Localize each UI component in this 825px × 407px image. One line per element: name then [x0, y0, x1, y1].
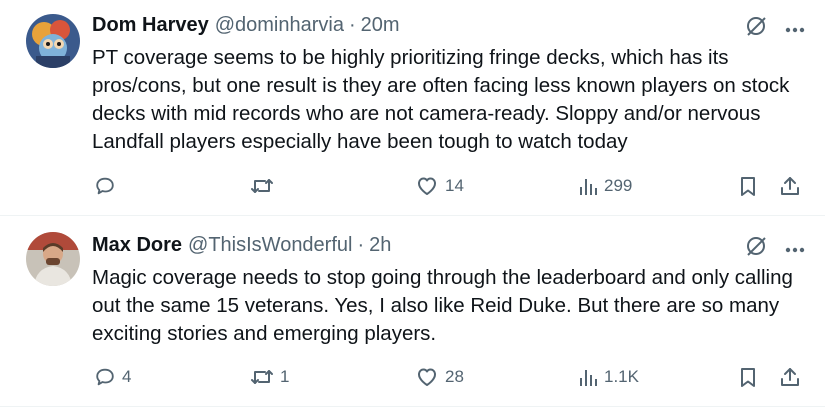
views-count: 299 [604, 176, 633, 195]
share-icon [779, 175, 801, 197]
like-button[interactable]: 28 [415, 362, 464, 392]
bookmark-button[interactable] [738, 362, 758, 392]
views-count: 1.1K [604, 367, 639, 386]
tweet-actions: 4 1 28 1.1K [0, 362, 825, 392]
bookmark-icon [738, 366, 758, 388]
separator: · [348, 14, 356, 36]
tweet-top-icons [745, 235, 805, 262]
share-button[interactable] [779, 362, 801, 392]
reply-icon [94, 366, 116, 388]
separator: · [357, 234, 365, 256]
avatar[interactable] [26, 232, 80, 286]
grok-icon[interactable] [745, 235, 767, 262]
share-button[interactable] [779, 171, 801, 201]
display-name[interactable]: Dom Harvey [92, 14, 209, 37]
like-button[interactable]: 14 [415, 171, 464, 201]
views-button[interactable]: 299 [578, 171, 632, 201]
more-icon[interactable] [785, 240, 805, 258]
avatar[interactable] [26, 14, 80, 68]
views-icon [578, 367, 598, 387]
tweet-text: PT coverage seems to be highly prioritiz… [92, 46, 790, 153]
retweet-count: 1 [280, 367, 290, 386]
retweet-button[interactable] [250, 171, 280, 201]
retweet-button[interactable]: 1 [250, 362, 289, 392]
like-icon [415, 175, 439, 197]
retweet-icon [250, 366, 274, 388]
tweet-top-icons [745, 15, 805, 42]
tweet[interactable]: Max Dore @ThisIsWonderful · 2h Magic cov… [0, 216, 825, 407]
bookmark-icon [738, 175, 758, 197]
user-handle[interactable]: @ThisIsWonderful [188, 234, 352, 257]
display-name[interactable]: Max Dore [92, 234, 182, 257]
timestamp[interactable]: 2h [369, 234, 391, 257]
tweet-actions: 14 299 [0, 171, 825, 201]
timestamp[interactable]: 20m [361, 14, 400, 37]
tweet[interactable]: Dom Harvey @dominharvia · 20m PT coverag… [0, 0, 825, 215]
tweet-header: Dom Harvey @dominharvia · 20m [92, 14, 400, 38]
reply-button[interactable] [94, 171, 122, 201]
tweet-text: Magic coverage needs to stop going throu… [92, 266, 793, 345]
reply-count: 4 [122, 367, 132, 386]
reply-icon [94, 175, 116, 197]
views-button[interactable]: 1.1K [578, 362, 639, 392]
share-icon [779, 366, 801, 388]
grok-icon[interactable] [745, 15, 767, 42]
bookmark-button[interactable] [738, 171, 758, 201]
like-count: 14 [445, 176, 464, 195]
reply-button[interactable]: 4 [94, 362, 131, 392]
retweet-icon [250, 175, 274, 197]
views-icon [578, 176, 598, 196]
tweet-header: Max Dore @ThisIsWonderful · 2h [92, 234, 391, 258]
user-handle[interactable]: @dominharvia [215, 14, 344, 37]
like-count: 28 [445, 367, 464, 386]
like-icon [415, 366, 439, 388]
more-icon[interactable] [785, 20, 805, 38]
